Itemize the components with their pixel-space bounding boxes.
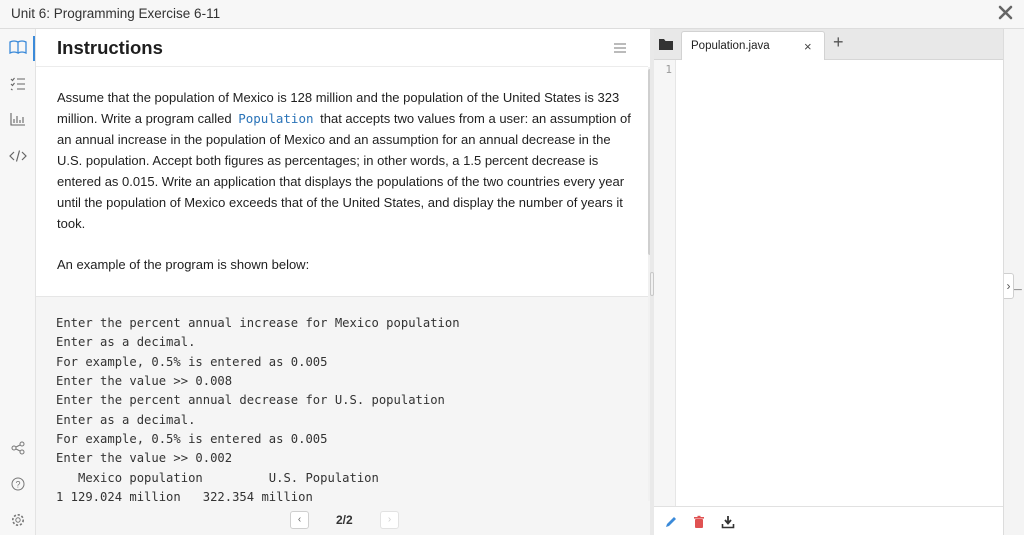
example-line: Enter the value >> 0.008 [56,374,233,389]
example-output: Enter the percent annual increase for Me… [36,296,648,501]
example-intro: An example of the program is shown below… [57,257,310,272]
console-panel: › _ [1003,29,1024,535]
paragraph-text-end: that accepts two values from a user: an … [57,111,631,231]
tab-label: Population.java [691,40,770,52]
title-bar: Unit 6: Programming Exercise 6-11 [0,0,1024,29]
example-code-block: Enter the percent annual increase for Me… [56,314,460,501]
example-line: Enter the percent annual increase for Me… [56,316,460,330]
line-number-gutter: 1 [654,60,676,506]
example-line: For example, 0.5% is entered as 0.005 [56,432,328,447]
line-number: 1 [665,63,672,76]
instructions-header: Instructions [36,29,648,67]
hamburger-menu-icon[interactable] [613,41,627,55]
add-file-button[interactable]: + [833,32,844,53]
class-name-code: Population [238,111,314,126]
example-line: Enter the value >> 0.002 [56,451,233,466]
checklist-icon[interactable] [8,74,28,94]
page-indicator: 2/2 [336,513,353,527]
code-icon[interactable] [8,146,28,166]
window-title: Unit 6: Programming Exercise 6-11 [11,6,221,21]
console-prompt: _ [1014,276,1022,291]
book-icon[interactable] [8,37,28,57]
left-rail: ? [0,29,36,535]
settings-icon[interactable] [8,510,28,530]
help-icon[interactable]: ? [8,474,28,494]
active-indicator [33,36,35,61]
code-area[interactable] [677,60,1003,506]
pencil-icon[interactable] [664,515,678,529]
chart-icon[interactable] [8,109,28,129]
instructions-heading: Instructions [57,37,163,58]
tab-close-icon[interactable]: × [804,39,812,54]
folder-icon[interactable] [658,37,674,51]
tab-population-java[interactable]: Population.java × [681,31,825,60]
example-line: Enter as a decimal. [56,335,196,350]
example-line: Enter as a decimal. [56,412,196,427]
pager: ‹ 2/2 › [36,501,653,535]
example-line: 1 129.024 million 322.354 million [56,490,313,501]
instructions-panel: Instructions Assume that the population … [36,29,653,535]
editor-tab-bar: Population.java × + [654,29,1003,60]
svg-text:?: ? [15,480,20,490]
instructions-paragraph: Assume that the population of Mexico is … [57,87,634,234]
instructions-body: Assume that the population of Mexico is … [36,68,648,296]
download-icon[interactable] [721,515,735,529]
trash-icon[interactable] [692,515,706,529]
prev-page-button[interactable]: ‹ [290,511,309,529]
example-line: Mexico population U.S. Population [56,470,379,485]
code-editor: Population.java × + 1 [654,29,1003,535]
next-page-button[interactable]: › [380,511,399,529]
share-icon[interactable] [8,438,28,458]
editor-toolbar [654,506,1003,535]
example-line: For example, 0.5% is entered as 0.005 [56,354,328,369]
expand-console-button[interactable]: › [1004,273,1014,299]
example-line: Enter the percent annual decrease for U.… [56,393,445,408]
close-icon[interactable] [996,2,1016,24]
